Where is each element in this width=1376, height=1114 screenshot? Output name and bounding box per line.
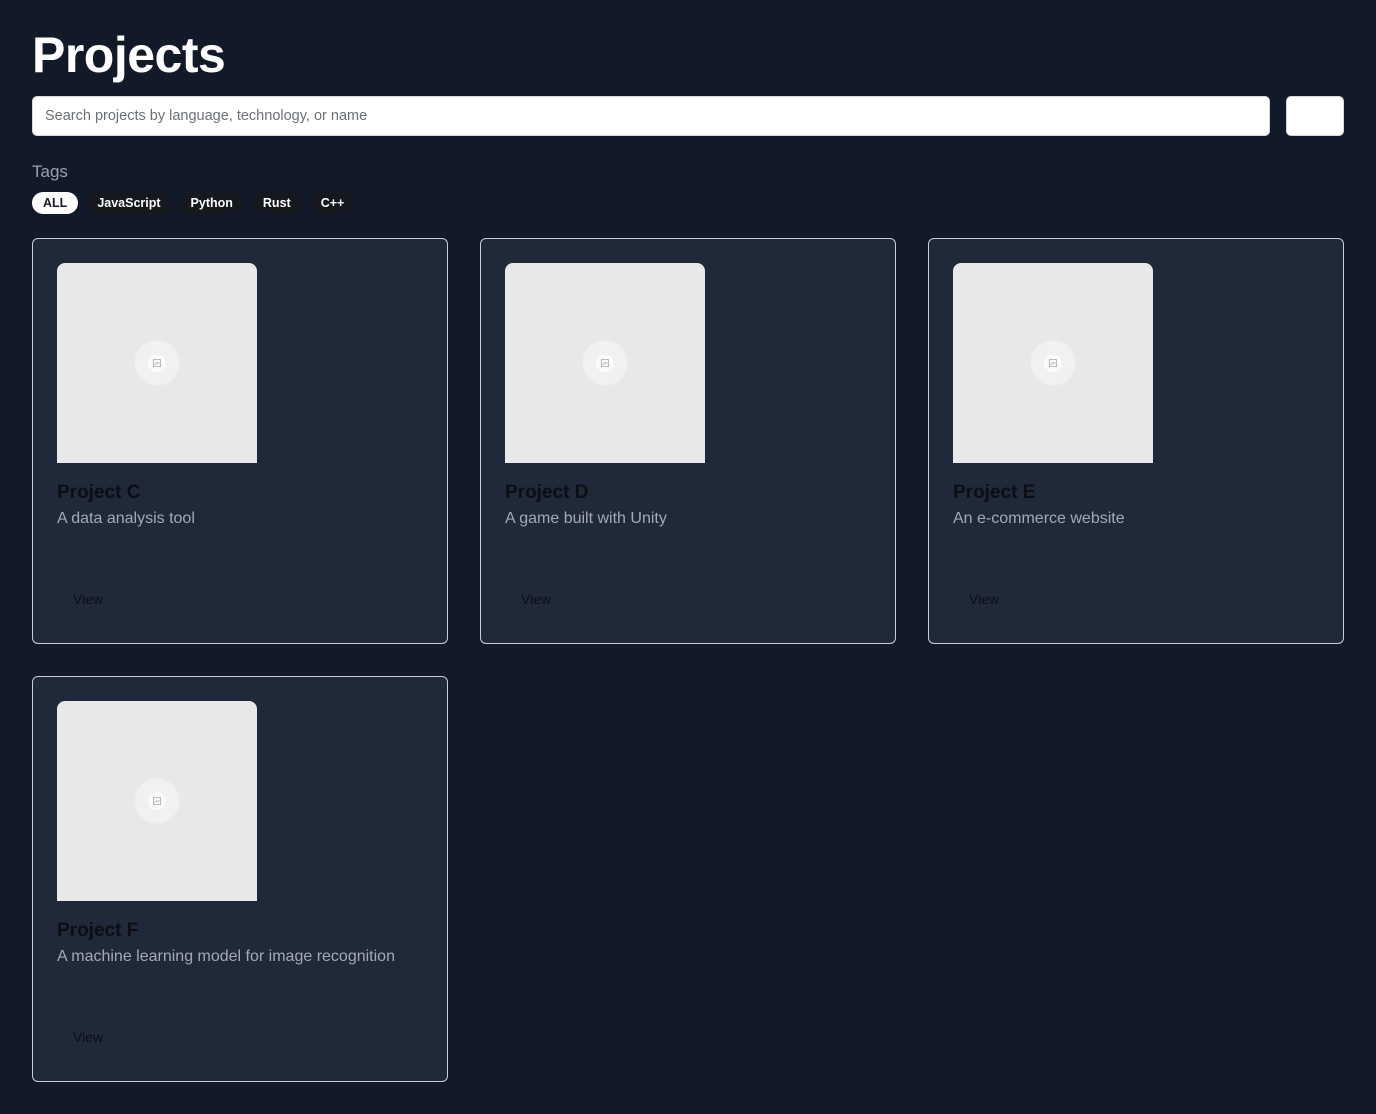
search-bar <box>32 96 1344 136</box>
search-button[interactable] <box>1286 96 1344 136</box>
projects-page: Projects Tags ALL JavaScript Python Rust… <box>0 0 1376 1114</box>
project-description: An e-commerce website <box>953 510 1125 527</box>
page-title: Projects <box>32 27 226 83</box>
tags-label: Tags <box>32 162 68 181</box>
view-project-button[interactable]: View <box>57 1023 119 1051</box>
tag-all[interactable]: ALL <box>32 192 79 214</box>
project-title: Project F <box>57 920 139 941</box>
image-placeholder-icon <box>148 792 166 810</box>
tag-python[interactable]: Python <box>179 192 244 214</box>
image-placeholder-icon <box>1044 354 1062 372</box>
project-description: A machine learning model for image recog… <box>57 948 395 965</box>
project-thumbnail <box>57 701 257 901</box>
project-thumbnail <box>953 263 1153 463</box>
project-title: Project E <box>953 482 1036 503</box>
project-thumbnail <box>505 263 705 463</box>
view-project-button[interactable]: View <box>953 585 1015 613</box>
project-card: Project F A machine learning model for i… <box>32 676 448 1082</box>
project-title: Project D <box>505 482 589 503</box>
tag-cpp[interactable]: C++ <box>309 192 356 214</box>
project-description: A game built with Unity <box>505 510 667 527</box>
project-description: A data analysis tool <box>57 510 195 527</box>
project-card: Project E An e-commerce website View <box>928 238 1344 644</box>
project-thumbnail <box>57 263 257 463</box>
view-project-button[interactable]: View <box>505 585 567 613</box>
tag-rust[interactable]: Rust <box>251 192 302 214</box>
project-card: Project D A game built with Unity View <box>480 238 896 644</box>
view-project-button[interactable]: View <box>57 585 119 613</box>
image-placeholder-icon <box>148 354 166 372</box>
search-input[interactable] <box>32 96 1270 136</box>
project-title: Project C <box>57 482 141 503</box>
tag-javascript[interactable]: JavaScript <box>86 192 172 214</box>
image-placeholder-icon <box>596 354 614 372</box>
tag-filter-list: ALL JavaScript Python Rust C++ <box>32 192 356 214</box>
project-card: Project C A data analysis tool View <box>32 238 448 644</box>
